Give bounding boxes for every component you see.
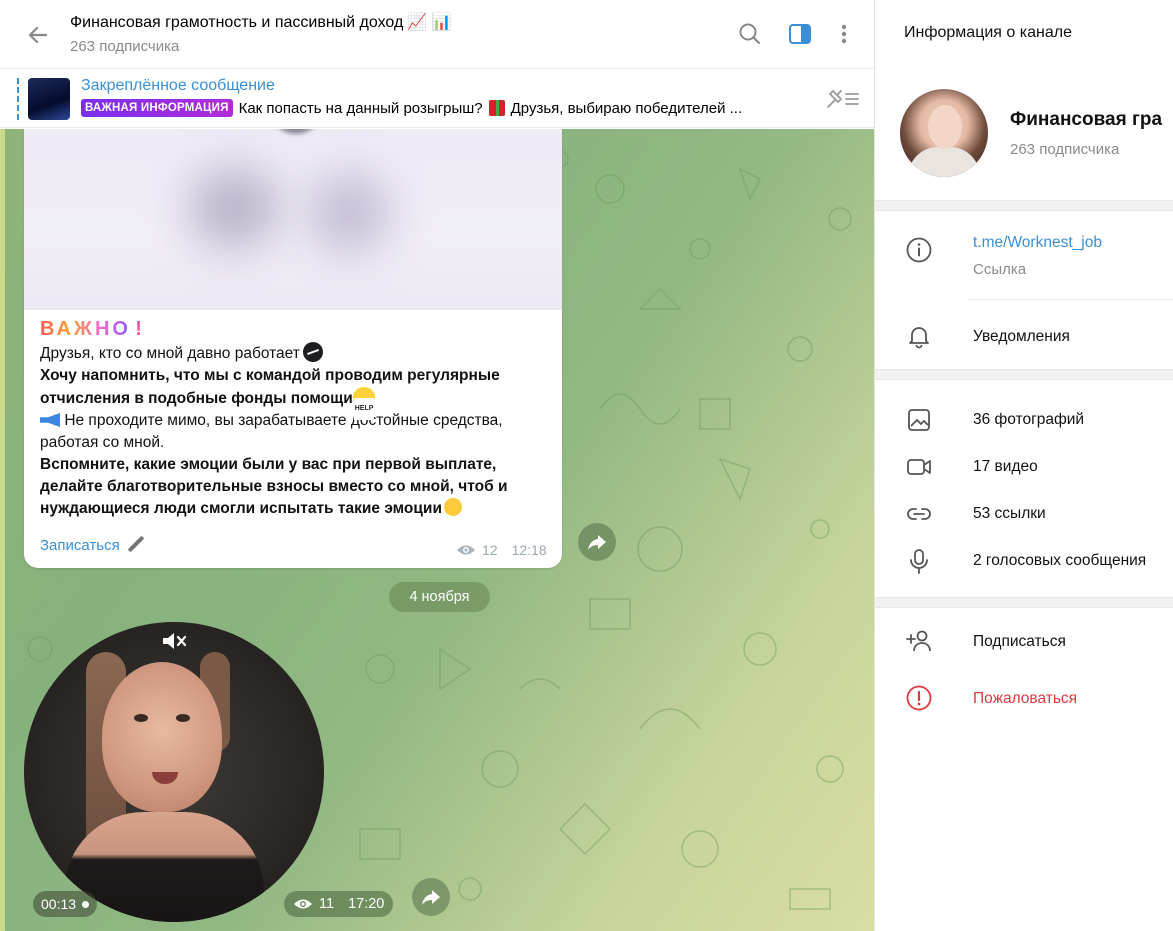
bell-icon (909, 327, 929, 349)
video-time: 17:20 (348, 896, 385, 912)
info-panel-title: Информация о канале (904, 24, 1072, 41)
report-label: Пожаловаться (973, 690, 1078, 707)
voice-count: 2 голосовых сообщения (973, 552, 1147, 569)
section-divider (875, 200, 1173, 211)
forward-icon (422, 890, 440, 905)
unread-dot (82, 900, 90, 908)
heading-exclamation: ! (135, 318, 142, 340)
chat-column: Финансовая грамотность и пассивный доход… (0, 0, 875, 931)
chat-left-strip (0, 129, 5, 931)
chat-title[interactable]: Финансовая грамотность и пассивный доход… (70, 12, 452, 32)
channel-post[interactable]: ВАЖНО ! Друзья, кто со мной давно работа… (24, 129, 562, 568)
pinned-message-bar[interactable]: Закреплённое сообщение ВАЖНАЯ ИНФОРМАЦИЯ… (0, 70, 874, 128)
videos-row[interactable]: 17 видео (875, 445, 1173, 489)
video-forward-button[interactable] (412, 878, 450, 916)
pinned-text-2: Друзья, выбираю победителей ... (510, 99, 743, 117)
emoji-help-icon (352, 387, 375, 420)
post-heading-row: ВАЖНО ! (40, 318, 550, 342)
pinned-indicator (17, 78, 19, 120)
eye-icon (457, 545, 475, 555)
post-views: 12 (482, 542, 498, 558)
sidebar-toggle-icon[interactable] (787, 21, 813, 47)
channel-link-label: Ссылка (973, 261, 1027, 278)
post-line-3: Не проходите мимо, вы зарабатываете дост… (40, 412, 503, 451)
photos-count: 36 фотографий (973, 411, 1085, 428)
mic-icon (910, 549, 928, 574)
back-arrow-icon[interactable] (24, 21, 52, 49)
mute-icon[interactable] (160, 629, 188, 653)
signup-link[interactable]: Записаться (40, 535, 146, 554)
photo-icon (908, 409, 930, 431)
post-image[interactable] (24, 129, 562, 310)
search-icon[interactable] (737, 21, 763, 47)
pen-icon (127, 535, 145, 553)
chat-header: Финансовая грамотность и пассивный доход… (0, 0, 874, 69)
important-badge: ВАЖНАЯ ИНФОРМАЦИЯ (81, 99, 233, 117)
report-icon (906, 685, 932, 711)
pinned-text-1: Как попасть на данный розыгрыш? (238, 99, 483, 117)
add-user-icon (906, 630, 931, 652)
section-divider (875, 369, 1173, 380)
date-separator: 4 ноября (389, 582, 490, 612)
notifications-row[interactable]: Уведомления (875, 314, 1173, 360)
post-text: ВАЖНО ! Друзья, кто со мной давно работа… (40, 318, 550, 520)
info-icon (906, 237, 932, 263)
megaphone-icon (40, 413, 60, 427)
pinned-thumbnail (28, 78, 70, 120)
photos-row[interactable]: 36 фотографий (875, 398, 1173, 442)
video-views: 11 (319, 896, 335, 912)
video-meta: 11 17:20 (284, 891, 394, 917)
post-meta: 12 12:18 (456, 542, 547, 558)
forward-button[interactable] (578, 523, 616, 561)
more-vert-icon[interactable] (831, 21, 857, 47)
post-line-2: Хочу напомнить, что мы с командой провод… (40, 365, 550, 420)
emoji-sad-icon (444, 498, 462, 516)
chart-emoji: 📈 📊 (407, 14, 452, 31)
post-line-1: Друзья, кто со мной давно работает (40, 342, 550, 365)
notifications-label: Уведомления (973, 328, 1070, 345)
channel-name: Финансовая гра (1010, 109, 1163, 130)
video-message[interactable] (24, 622, 324, 922)
forward-icon (588, 535, 606, 550)
channel-link-row[interactable]: t.me/Worknest_job Ссылка (875, 226, 1173, 292)
link-icon (907, 508, 931, 520)
eye-icon (294, 899, 312, 909)
channel-info-panel: Информация о канале Финансовая гра 263 п… (875, 0, 1173, 931)
avatar[interactable] (900, 89, 988, 177)
links-row[interactable]: 53 ссылки (875, 492, 1173, 536)
chat-title-text: Финансовая грамотность и пассивный доход (70, 14, 404, 31)
post-heading: ВАЖНО (40, 318, 131, 340)
pinned-title: Закреплённое сообщение (81, 77, 275, 94)
channel-subscribers: 263 подписчика (1010, 141, 1120, 158)
row-divider (968, 299, 1173, 300)
videos-count: 17 видео (973, 458, 1038, 475)
chat-subscribers: 263 подписчика (70, 38, 180, 55)
gift-icon (488, 100, 505, 116)
video-icon (907, 459, 931, 475)
report-row[interactable]: Пожаловаться (875, 677, 1173, 721)
chat-messages-area[interactable]: ВАЖНО ! Друзья, кто со мной давно работа… (0, 129, 874, 931)
voice-row[interactable]: 2 голосовых сообщения (875, 539, 1173, 583)
pinned-preview: ВАЖНАЯ ИНФОРМАЦИЯ Как попасть на данный … (81, 99, 742, 117)
section-divider (875, 597, 1173, 608)
subscribe-row[interactable]: Подписаться (875, 620, 1173, 664)
subscribe-label: Подписаться (973, 633, 1066, 650)
unpin-icon[interactable] (824, 87, 860, 111)
links-count: 53 ссылки (973, 505, 1046, 522)
emoji-dark-icon (302, 342, 323, 362)
video-duration: 00:13 (33, 891, 98, 917)
post-time: 12:18 (511, 542, 547, 558)
channel-link[interactable]: t.me/Worknest_job (973, 234, 1102, 252)
post-line-4: Вспомните, какие эмоции были у вас при п… (40, 456, 508, 517)
